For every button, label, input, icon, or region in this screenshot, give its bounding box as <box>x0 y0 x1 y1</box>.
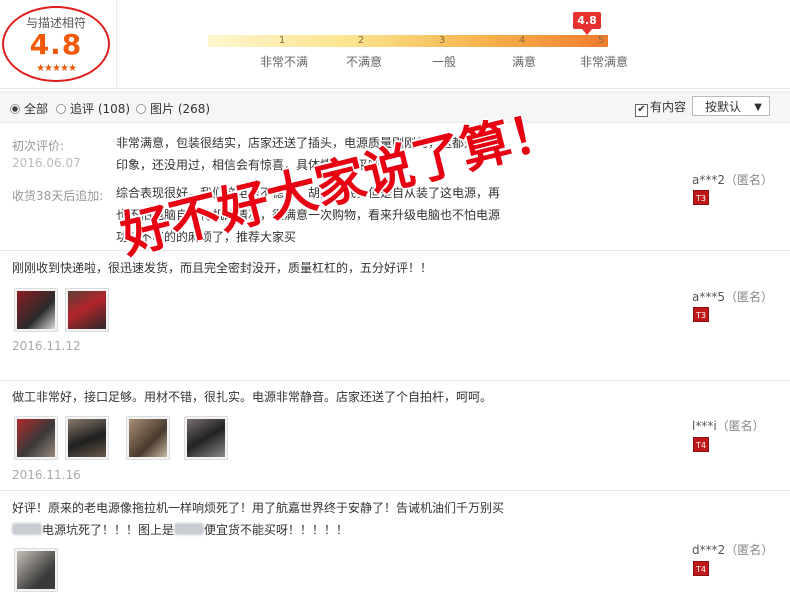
review-divider <box>0 380 790 381</box>
scale-number: 3 <box>438 35 446 46</box>
reviewer-id: l***i <box>692 419 717 433</box>
anonymous-tag: （匿名） <box>725 173 774 187</box>
sort-select[interactable]: 按默认 ▼ <box>692 96 770 116</box>
has-content-label: 有内容 <box>650 100 687 114</box>
radio-selected-icon <box>10 104 20 114</box>
user-level-badge-icon: T4 <box>693 437 709 452</box>
checkbox-checked-icon: ✔ <box>635 104 648 117</box>
review-text-line: 好评！原来的老电源像拖拉机一样响烦死了！用了航嘉世界终于安静了！告诫机油们千万别… <box>12 501 505 515</box>
scale-number: 2 <box>357 35 365 46</box>
review-photo-thumbnail[interactable] <box>65 416 109 460</box>
anonymous-tag: （匿名） <box>725 543 774 557</box>
review-text-fragment: 便宜货不能买呀！！！！！ <box>204 523 349 537</box>
rating-summary: 与描述相符 4.8 ★★★★★ 4.8 1 2 3 4 5 非常不满 不满意 一… <box>0 0 790 89</box>
filter-all-label: 全部 <box>24 102 49 116</box>
anonymous-tag: （匿名） <box>725 290 774 304</box>
review-text: 刚刚收到快递啦，很迅速发货，而且完全密封没开，质量杠杠的，五分好评！！ <box>12 261 433 275</box>
review-date: 2016.11.16 <box>12 468 81 482</box>
redacted-brand <box>174 523 205 535</box>
score-box: 与描述相符 4.8 ★★★★★ <box>0 0 117 88</box>
score-value: 4.8 <box>29 28 83 61</box>
review-photo-thumbnail[interactable] <box>14 288 58 332</box>
reviewer-id: a***5 <box>692 290 725 304</box>
user-level-badge-icon: T4 <box>693 561 709 576</box>
scale-number: 1 <box>278 35 286 46</box>
review-text: 好评！原来的老电源像拖拉机一样响烦死了！用了航嘉世界终于安静了！告诫机油们千万别… <box>12 497 504 541</box>
redacted-brand <box>12 523 42 535</box>
user-level-badge-icon: T3 <box>693 307 709 322</box>
review-photo-thumbnail[interactable] <box>184 416 228 460</box>
scale-label: 满意 <box>511 55 536 69</box>
review-filter-bar: 全部 追评 (108) 图片 (268) ✔ 有内容 按默认 ▼ <box>0 91 790 123</box>
chevron-down-icon: ▼ <box>754 102 762 113</box>
reviewer-id: d***2 <box>692 543 726 557</box>
review-text: 做工非常好，接口足够。用材不错，很扎实。电源非常静音。店家还送了个自拍杆，呵呵。 <box>12 390 493 404</box>
followup-review-label: 收货38天后追加: <box>12 189 104 203</box>
sort-select-value: 按默认 <box>705 100 742 114</box>
reviewer-name[interactable]: a***5（匿名） <box>692 288 773 305</box>
filter-images-label: 图片 (268) <box>150 102 211 116</box>
scale-number: 5 <box>597 35 605 46</box>
user-level-badge-icon: T3 <box>693 190 709 205</box>
rating-scale-bar <box>208 35 608 47</box>
scale-label: 非常满意 <box>579 55 628 69</box>
scale-number: 4 <box>518 35 526 46</box>
scale-label: 不满意 <box>345 55 382 69</box>
filter-images-radio[interactable]: 图片 (268) <box>136 100 210 117</box>
filter-all-radio[interactable]: 全部 <box>10 100 48 117</box>
review-photo-thumbnail[interactable] <box>126 416 170 460</box>
review-divider <box>0 250 790 251</box>
review-divider <box>0 490 790 491</box>
review-text-line: 电源坑死了！！！图上是 便宜货不能买呀！！！！！ <box>12 519 504 541</box>
scale-label: 非常不满 <box>259 55 308 69</box>
has-content-checkbox[interactable]: ✔ 有内容 <box>635 98 686 117</box>
filter-followup-label: 追评 (108) <box>70 102 131 116</box>
review-photo-thumbnail[interactable] <box>65 288 109 332</box>
review-text-fragment: 电源坑死了！！！图上是 <box>42 523 175 537</box>
review-photo-thumbnail[interactable] <box>14 416 58 460</box>
radio-icon <box>136 104 146 114</box>
reviewer-id: a***2 <box>692 173 725 187</box>
scale-label: 一般 <box>431 55 456 69</box>
star-rating-icon: ★★★★★ <box>36 63 77 74</box>
review-date: 2016.11.12 <box>12 339 81 353</box>
reviewer-name[interactable]: a***2（匿名） <box>692 171 773 188</box>
reviewer-name[interactable]: d***2（匿名） <box>692 541 773 558</box>
anonymous-tag: （匿名） <box>716 419 765 433</box>
score-marker: 4.8 <box>573 12 601 29</box>
filter-followup-radio[interactable]: 追评 (108) <box>56 100 130 117</box>
reviewer-name[interactable]: l***i（匿名） <box>692 417 765 434</box>
radio-icon <box>56 104 66 114</box>
initial-review-label: 初次评价: <box>12 139 65 153</box>
review-date: 2016.06.07 <box>12 156 81 170</box>
review-photo-thumbnail[interactable] <box>14 548 58 592</box>
